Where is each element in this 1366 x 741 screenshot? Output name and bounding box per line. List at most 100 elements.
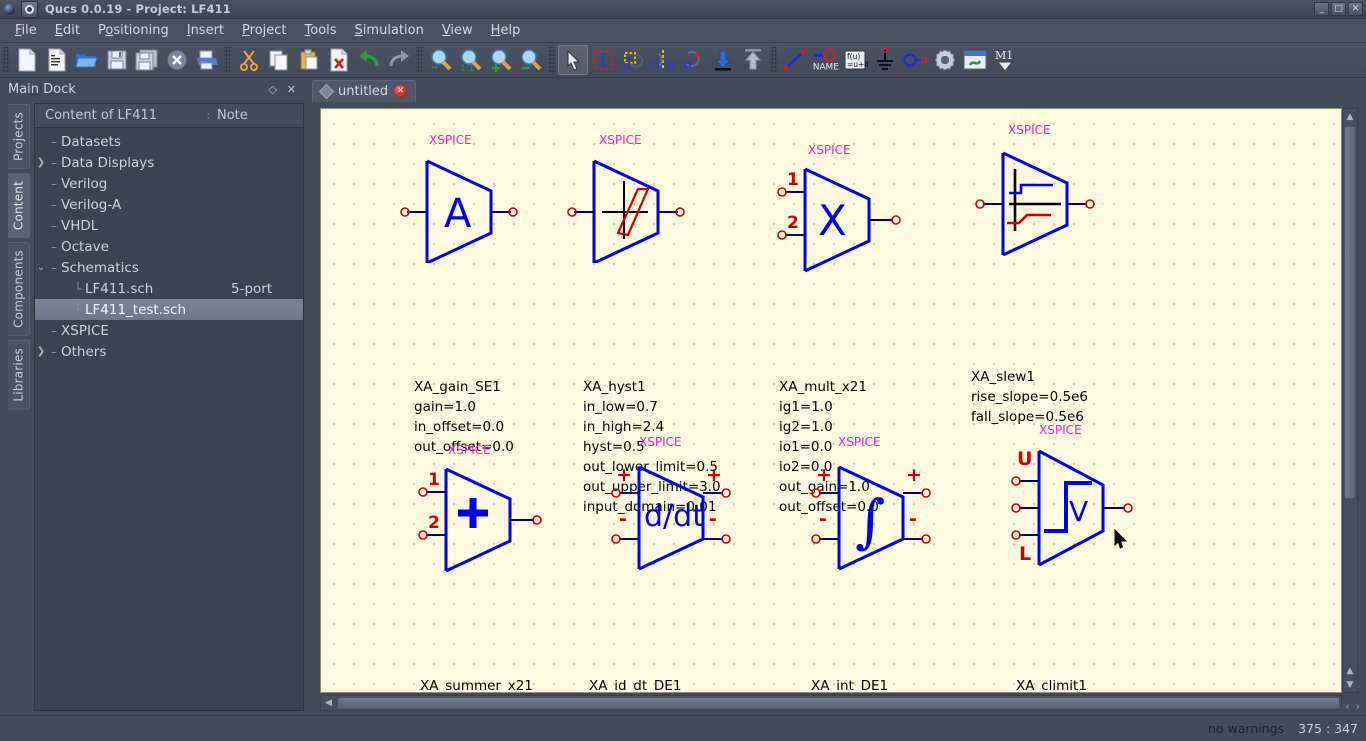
tree-item-data-displays[interactable]: ❯ – Data Displays [35,152,303,173]
wire-icon[interactable] [780,45,810,75]
scroll-page-down-icon[interactable]: ▼ [1343,677,1357,692]
nav-right-icon[interactable]: › [1356,700,1360,713]
toolbar-grip[interactable] [2,47,9,73]
canvas-nav-arrows[interactable]: ‹ › [1345,700,1360,713]
menu-help[interactable]: Help [482,21,530,40]
save-icon[interactable] [102,45,132,75]
toolbar-grip-2[interactable] [224,47,231,73]
rotate-icon[interactable] [618,45,648,75]
tree-item-lf411-test-sch[interactable]: └ LF411_test.sch [35,299,303,320]
tree-item-datasets[interactable]: – Datasets [35,131,303,152]
chevron-down-icon[interactable]: ⌄ [35,262,47,273]
param-line: XA_summer_x21 [420,678,533,693]
column-divider[interactable] [207,112,210,119]
zoom-out-icon[interactable] [516,45,546,75]
xspice-tag-slew: XSPICE [1008,123,1051,137]
nav-left-icon[interactable]: ‹ [1345,700,1349,713]
component-XA_int_DE1[interactable]: + - + - ∫ [803,449,938,579]
component-XA_hyst1[interactable] [566,151,686,263]
vertical-scroll-thumb[interactable] [1344,126,1356,499]
menu-file[interactable]: File [6,21,46,40]
select-all-icon[interactable] [588,45,618,75]
undo-icon[interactable] [354,45,384,75]
tree-body[interactable]: – Datasets ❯ – Data Displays – Verilog – Verilog… [35,128,303,710]
menu-positioning[interactable]: Positioning [89,21,178,40]
zoom-in-icon[interactable] [486,45,516,75]
schematic-canvas[interactable]: XSPICE A XA_gain_SE1 gain=1.0 in_offset=… [320,108,1342,693]
cut-icon[interactable] [234,45,264,75]
component-XA_gain_SE1[interactable]: A [399,151,519,263]
scroll-up-arrow-icon[interactable]: ▲ [1343,109,1357,124]
schematic-diamond-icon [318,83,335,100]
tree-item-lf411-sch[interactable]: └ LF411.sch 5-port [35,278,303,299]
qucs-globe-icon [2,2,18,17]
toolbar-grip-4[interactable] [548,47,555,73]
tree-item-others[interactable]: ❯ – Others [35,341,303,362]
tree-item-xspice[interactable]: – XSPICE [35,320,303,341]
scroll-down-arrow-icon[interactable]: ▲ [1343,663,1357,678]
print-icon[interactable] [192,45,222,75]
tree-item-vhdl[interactable]: – VHDL [35,215,303,236]
paste-icon[interactable] [294,45,324,75]
tree-item-schematics[interactable]: ⌄ – Schematics [35,257,303,278]
chevron-right-icon[interactable]: ❯ [35,346,47,357]
menu-project[interactable]: Project [233,21,296,40]
save-all-icon[interactable] [132,45,162,75]
tree-item-octave[interactable]: – Octave [35,236,303,257]
marker-icon[interactable]: M1 [990,45,1020,75]
close-button[interactable]: ✕ [1348,2,1363,16]
select-arrow-icon[interactable] [558,45,588,75]
zoom-one-to-one-icon[interactable]: 1:1 [456,45,486,75]
menu-tools[interactable]: Tools [296,21,346,40]
menu-simulation[interactable]: Simulation [346,21,433,40]
toolbar-grip-3[interactable] [416,47,423,73]
show-display-page-icon[interactable] [960,45,990,75]
copy-icon[interactable] [264,45,294,75]
float-icon[interactable]: ◇ [268,84,276,95]
component-XA_id_dt_DE1[interactable]: + - + - d/dt [603,449,738,579]
redo-icon[interactable] [384,45,414,75]
chevron-right-icon[interactable]: ❯ [35,157,47,168]
insert-down-icon[interactable] [708,45,738,75]
delete-icon[interactable] [324,45,354,75]
insert-up-icon[interactable] [738,45,768,75]
mirror-x-icon[interactable] [648,45,678,75]
component-XA_slew1[interactable] [971,141,1096,256]
component-XA_summer_x21[interactable]: 1 2 [414,457,544,577]
simulate-icon[interactable] [930,45,960,75]
toolbar-grip-5[interactable] [770,47,777,73]
equation-icon[interactable]: f(u) =u+4 [840,45,870,75]
close-document-icon[interactable] [162,45,192,75]
tree-item-label: Schematics [61,259,139,276]
sidebar-tab-components[interactable]: Components [8,242,30,336]
menu-insert[interactable]: Insert [178,21,233,40]
wire-label-icon[interactable]: NAME [810,45,840,75]
svg-text:-: - [709,508,717,530]
component-XA_mult_x21[interactable]: 1 2 X [773,157,903,277]
new-text-document-icon[interactable] [42,45,72,75]
open-folder-icon[interactable] [72,45,102,75]
horizontal-scroll-thumb[interactable] [337,697,1340,709]
sidebar-tab-libraries[interactable]: Libraries [8,339,30,410]
close-tab-icon[interactable]: ✕ [394,85,408,98]
canvas-horizontal-scrollbar[interactable]: ◀ [320,695,1342,711]
zoom-fit-icon[interactable]: ↔ [426,45,456,75]
scroll-left-arrow-icon[interactable]: ◀ [321,698,336,708]
tree-item-verilog[interactable]: – Verilog [35,173,303,194]
maximize-button[interactable]: □ [1331,2,1346,16]
tree-column-content[interactable]: Content of LF411 [35,108,207,123]
port-icon[interactable] [900,45,930,75]
canvas-vertical-scrollbar[interactable]: ▲ ▲ ▼ [1342,108,1358,693]
minimize-button[interactable]: _ [1314,2,1329,16]
sidebar-tab-content[interactable]: Content [8,172,30,239]
mirror-y-icon[interactable] [678,45,708,75]
menu-edit[interactable]: Edit [46,21,89,40]
tab-untitled[interactable]: untitled ✕ [312,80,417,102]
new-document-icon[interactable] [12,45,42,75]
tree-item-verilog-a[interactable]: – Verilog-A [35,194,303,215]
menu-view[interactable]: View [433,21,482,40]
sidebar-tab-projects[interactable]: Projects [8,104,30,169]
close-icon[interactable]: ✕ [287,84,296,95]
tree-column-note[interactable]: Note [207,108,303,123]
ground-icon[interactable] [870,45,900,75]
